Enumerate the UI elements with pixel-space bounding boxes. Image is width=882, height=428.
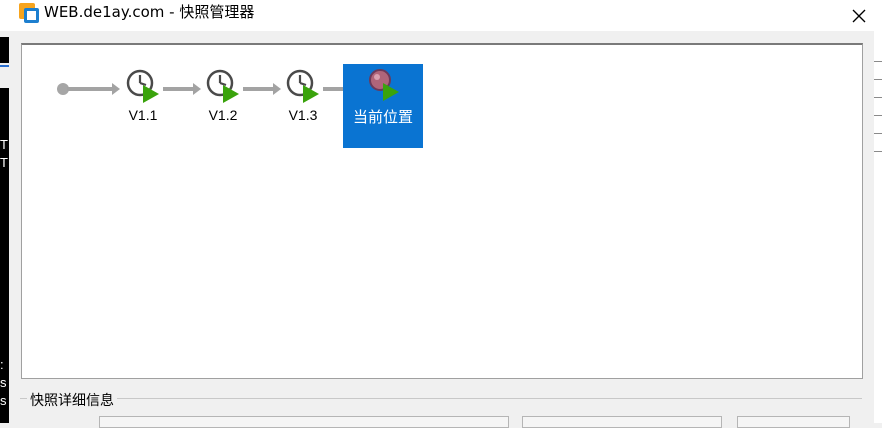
- snapshot-clock-icon: [286, 69, 319, 103]
- snapshot-node-v1-1[interactable]: V1.1: [103, 65, 183, 150]
- snapshot-label: V1.2: [208, 107, 238, 123]
- background-letter: T: [0, 137, 8, 152]
- snapshot-label: V1.1: [128, 107, 158, 123]
- close-button[interactable]: [836, 0, 882, 31]
- snapshot-clock-icon: [206, 69, 239, 103]
- background-fragment: [874, 115, 882, 116]
- background-letter: s: [0, 375, 7, 390]
- action-button[interactable]: [737, 416, 850, 428]
- background-fragment: [874, 133, 882, 134]
- background-fragment: [874, 97, 882, 98]
- current-state-label: 当前位置: [352, 108, 413, 126]
- current-state-node[interactable]: 当前位置: [343, 64, 423, 148]
- background-letter: :: [0, 357, 4, 372]
- snapshot-node-v1-3[interactable]: V1.3: [263, 65, 343, 150]
- snapshot-tree-view[interactable]: V1.1 V1.2 V1.3 当前位置: [21, 43, 863, 379]
- snapshot-clock-icon: [126, 69, 159, 103]
- background-fragment: [0, 37, 9, 63]
- details-group-border: [20, 398, 862, 399]
- vmware-app-icon: [19, 3, 39, 23]
- background-window-right-edge: [874, 31, 882, 423]
- background-window-left-edge: T T : s s: [0, 31, 10, 423]
- background-fragment: [874, 79, 882, 80]
- background-fragment: [874, 61, 882, 62]
- close-icon: [852, 9, 866, 22]
- action-button[interactable]: [522, 416, 722, 428]
- background-letter: s: [0, 393, 7, 408]
- title-bar: WEB.de1ay.com - 快照管理器: [0, 0, 882, 31]
- current-state-icon: [369, 69, 399, 101]
- background-fragment: [0, 65, 9, 67]
- background-fragment: [874, 151, 882, 152]
- snapshot-node-v1-2[interactable]: V1.2: [183, 65, 263, 150]
- window-title: WEB.de1ay.com - 快照管理器: [44, 3, 255, 21]
- background-letter: T: [0, 155, 8, 170]
- details-group-title: 快照详细信息: [27, 390, 117, 410]
- snapshot-label: V1.3: [288, 107, 318, 123]
- snapshot-name-field[interactable]: [99, 416, 509, 428]
